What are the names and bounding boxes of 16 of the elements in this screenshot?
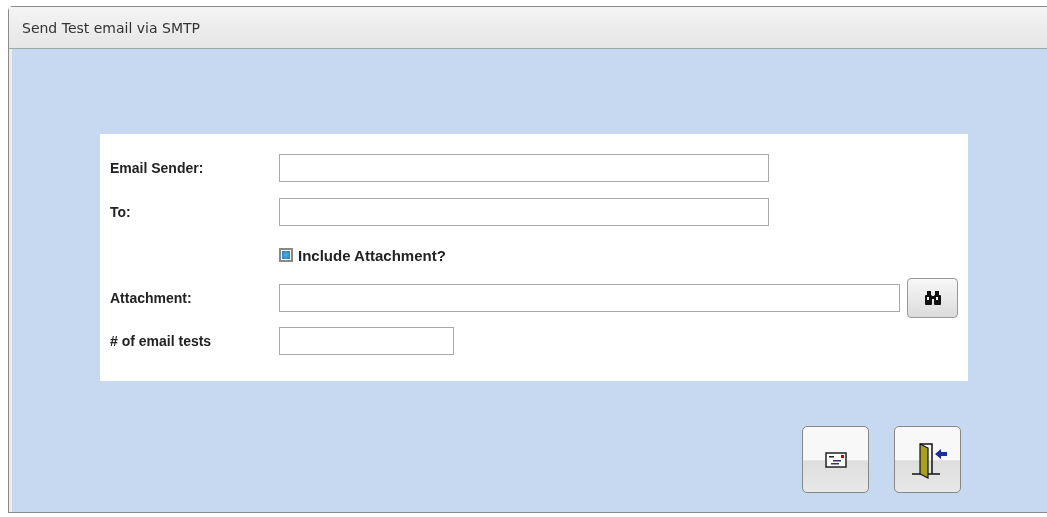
field-label: Attachment: (110, 289, 193, 306)
field-label: To: (110, 204, 132, 220)
send-button[interactable] (802, 426, 869, 493)
checkbox[interactable] (279, 248, 293, 262)
input-field[interactable] (279, 283, 901, 312)
field-label: # of email tests (110, 333, 213, 349)
input-field[interactable] (279, 327, 454, 355)
include-attachment-checkbox[interactable]: Include Attachment? (279, 246, 446, 264)
window-title: Send Test email via SMTP (22, 19, 200, 36)
envelope-icon (824, 451, 847, 468)
exit-button[interactable] (894, 426, 961, 493)
binoculars-icon (923, 290, 942, 305)
browse-button[interactable] (907, 277, 958, 318)
field-label: Email Sender: (110, 160, 205, 176)
input-field[interactable] (279, 154, 769, 182)
input-field[interactable] (279, 198, 769, 226)
